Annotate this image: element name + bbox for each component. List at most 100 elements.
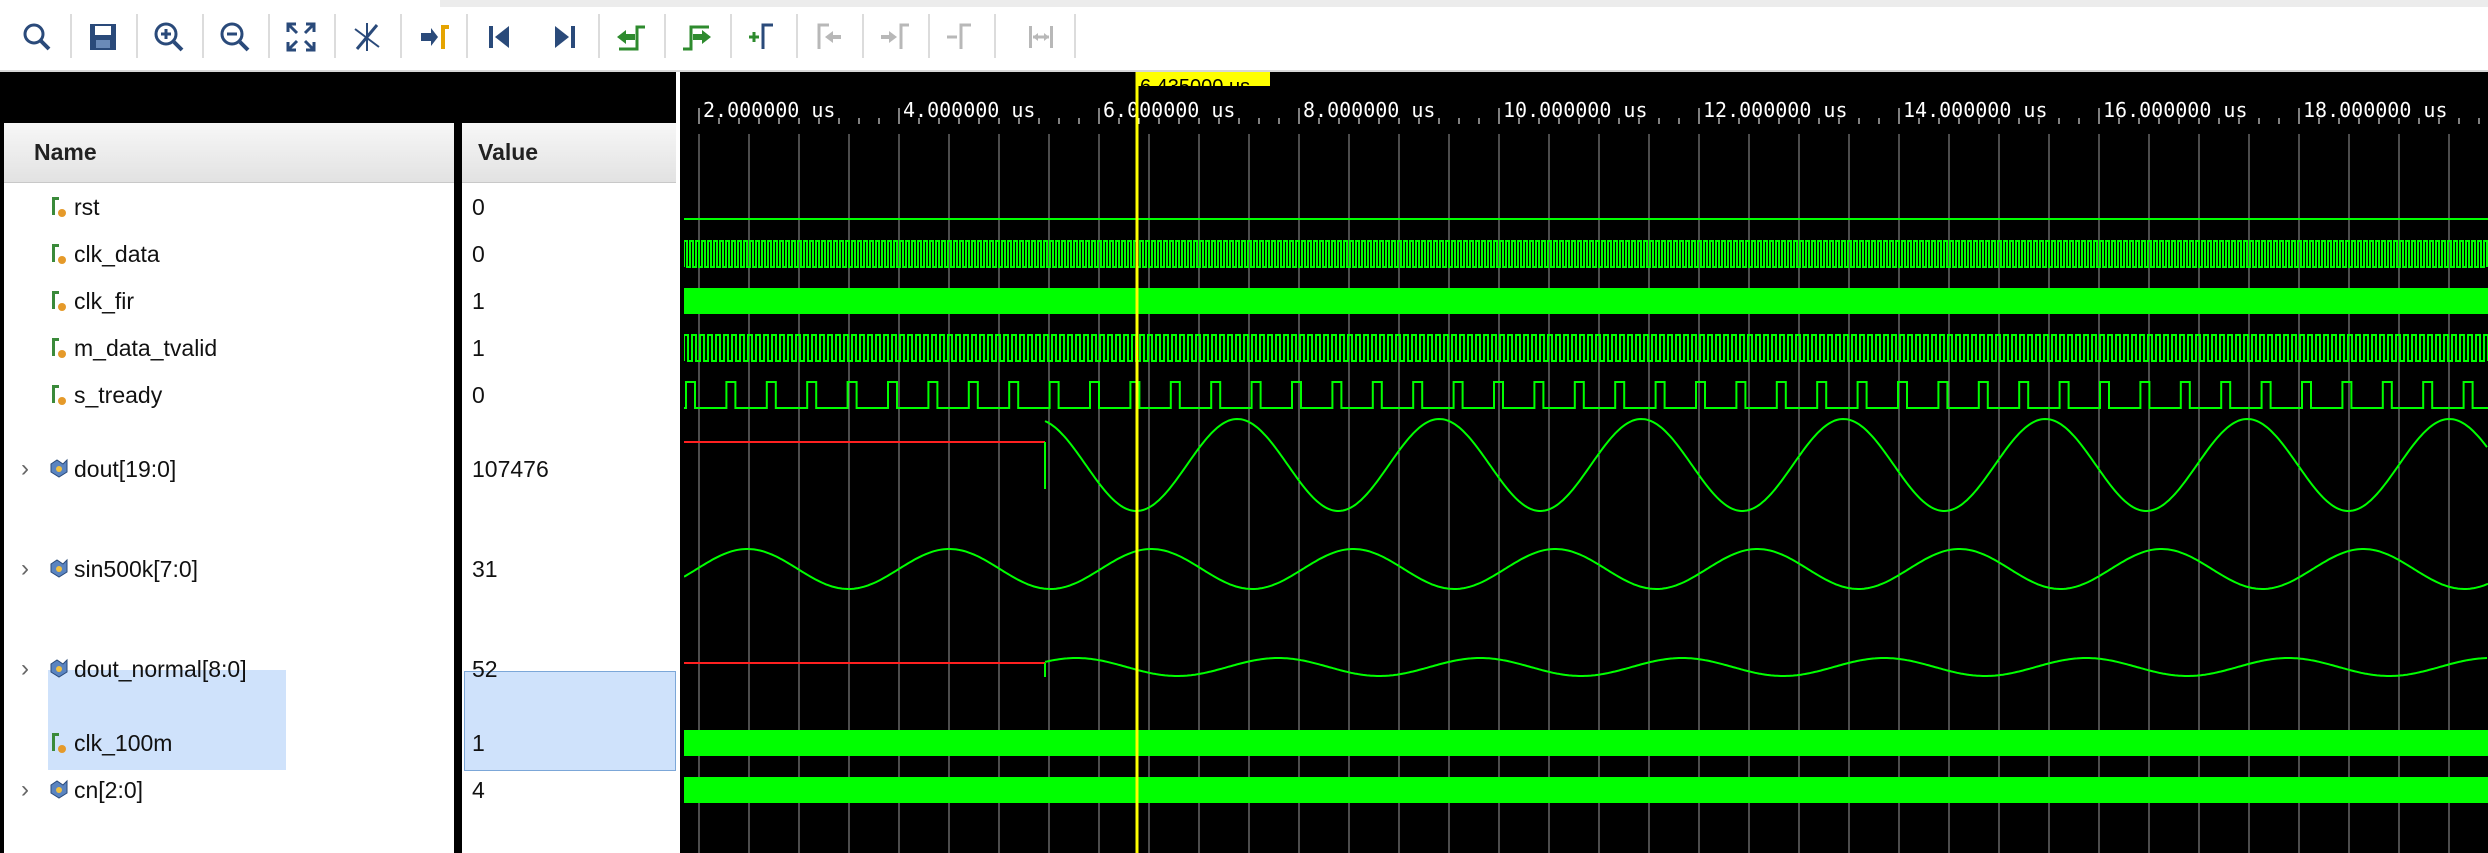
previous-transition-button[interactable] — [606, 12, 656, 62]
ruler-tick-label: 2.000000 us — [703, 98, 835, 122]
bit-signal-icon — [52, 385, 66, 405]
wave-cn — [684, 777, 2488, 803]
zoom-in-button[interactable] — [144, 12, 194, 62]
search-button[interactable] — [12, 12, 62, 62]
signal-row[interactable]: rst — [4, 190, 454, 224]
name-column-header[interactable]: Name — [4, 123, 454, 183]
toolbar — [0, 0, 2488, 70]
name-column: Name rst clk_data clk_fir m_data_tvalid s_tr… — [4, 123, 454, 853]
signal-row[interactable]: clk_data — [4, 237, 454, 271]
zoom-to-cursor-button[interactable] — [342, 12, 392, 62]
bus-signal-icon — [50, 458, 68, 478]
ruler-tick-label: 16.000000 us — [2103, 98, 2248, 122]
wave-clk-100m — [684, 730, 2488, 756]
ruler-tick-label: 4.000000 us — [903, 98, 1035, 122]
wave-s-tready — [684, 381, 2488, 409]
prev-marker-icon — [817, 23, 841, 49]
time-ruler[interactable]: 2.000000 us 4.000000 us 6.000000 us 8.00000… — [698, 98, 2480, 124]
add-marker-button[interactable] — [738, 12, 788, 62]
signal-name: dout_normal[8:0] — [74, 655, 247, 682]
goto-cursor-icon — [421, 25, 449, 49]
ruler-tick-label: 8.000000 us — [1303, 98, 1435, 122]
go-to-last-time-button[interactable] — [540, 12, 590, 62]
bit-signal-icon — [52, 733, 66, 753]
ruler-tick-label: 10.000000 us — [1503, 98, 1648, 122]
toolbar-separator — [136, 14, 138, 58]
toolbar-separator — [862, 14, 864, 58]
signal-row[interactable]: › dout_normal[8:0] — [4, 652, 454, 686]
bit-signal-icon — [52, 338, 66, 358]
value-row[interactable]: 1 — [462, 726, 676, 760]
wave-sin500k — [684, 548, 2488, 590]
signal-list-panel: Name rst clk_data clk_fir m_data_tvalid s_tr… — [0, 72, 680, 853]
bus-signal-icon — [50, 558, 68, 578]
toolbar-separator — [664, 14, 666, 58]
value-row[interactable]: 52 — [462, 652, 676, 686]
zoom-in-icon — [154, 22, 184, 52]
next-marker-icon — [881, 23, 909, 49]
signal-name: sin500k[7:0] — [74, 555, 199, 582]
go-to-cursor-button[interactable] — [408, 12, 458, 62]
bus-signal-icon — [50, 658, 68, 678]
next-transition-icon — [683, 25, 711, 51]
signal-value: 4 — [472, 776, 485, 803]
bit-signal-icon — [52, 291, 66, 311]
signal-value: 107476 — [472, 455, 549, 482]
wave-dout — [1044, 417, 2488, 512]
value-row[interactable]: 1 — [462, 284, 676, 318]
value-row[interactable]: 107476 — [462, 452, 676, 486]
go-to-time-0-button[interactable] — [474, 12, 524, 62]
toolbar-separator — [928, 14, 930, 58]
expand-chevron-icon[interactable]: › — [16, 455, 34, 483]
value-row[interactable]: 0 — [462, 190, 676, 224]
add-marker-icon — [749, 23, 773, 49]
signal-row[interactable]: s_tready — [4, 378, 454, 412]
signal-value: 0 — [472, 381, 485, 408]
toolbar-separator — [796, 14, 798, 58]
signal-value: 1 — [472, 334, 485, 361]
next-transition-button[interactable] — [672, 12, 722, 62]
signal-name: clk_data — [74, 240, 160, 267]
value-row[interactable]: 0 — [462, 237, 676, 271]
value-column-header[interactable]: Value — [462, 123, 676, 183]
value-row[interactable]: 31 — [462, 552, 676, 586]
zoom-out-icon — [220, 22, 250, 52]
expand-chevron-icon[interactable]: › — [16, 655, 34, 683]
expand-chevron-icon[interactable]: › — [16, 555, 34, 583]
signal-row[interactable]: › sin500k[7:0] — [4, 552, 454, 586]
value-row[interactable]: 1 — [462, 331, 676, 365]
signal-value: 31 — [472, 555, 498, 582]
waveform-canvas[interactable]: 2.000000 us 4.000000 us 6.000000 us 8.00000… — [684, 72, 2488, 853]
go-last-icon — [555, 26, 575, 48]
value-row[interactable]: 4 — [462, 773, 676, 807]
signal-row[interactable]: clk_100m — [4, 726, 454, 760]
bit-signal-icon — [52, 244, 66, 264]
signal-row[interactable]: › dout[19:0] — [4, 452, 454, 486]
value-row[interactable]: 0 — [462, 378, 676, 412]
toolbar-separator — [70, 14, 72, 58]
waveforms — [684, 218, 2488, 803]
signal-value: 1 — [472, 729, 485, 756]
toolbar-separator — [202, 14, 204, 58]
signal-row[interactable]: m_data_tvalid — [4, 331, 454, 365]
signal-value: 0 — [472, 240, 485, 267]
signal-row[interactable]: clk_fir — [4, 284, 454, 318]
search-icon — [23, 23, 51, 51]
toolbar-separator — [466, 14, 468, 58]
toolbar-separator — [400, 14, 402, 58]
wave-dout-normal — [1044, 657, 2488, 677]
save-button[interactable] — [78, 12, 128, 62]
wave-m-data-tvalid — [684, 334, 2488, 362]
signal-value: 1 — [472, 287, 485, 314]
toolbar-separator — [598, 14, 600, 58]
save-icon — [90, 24, 116, 50]
scope-header-strip — [6, 72, 676, 122]
toolbar-separator — [994, 14, 996, 58]
zoom-out-button[interactable] — [210, 12, 260, 62]
signal-row[interactable]: › cn[2:0] — [4, 773, 454, 807]
swap-cursors-icon — [1029, 26, 1053, 48]
zoom-fit-button[interactable] — [276, 12, 326, 62]
signal-value: 0 — [472, 193, 485, 220]
expand-chevron-icon[interactable]: › — [16, 776, 34, 804]
bit-signal-icon — [52, 197, 66, 217]
